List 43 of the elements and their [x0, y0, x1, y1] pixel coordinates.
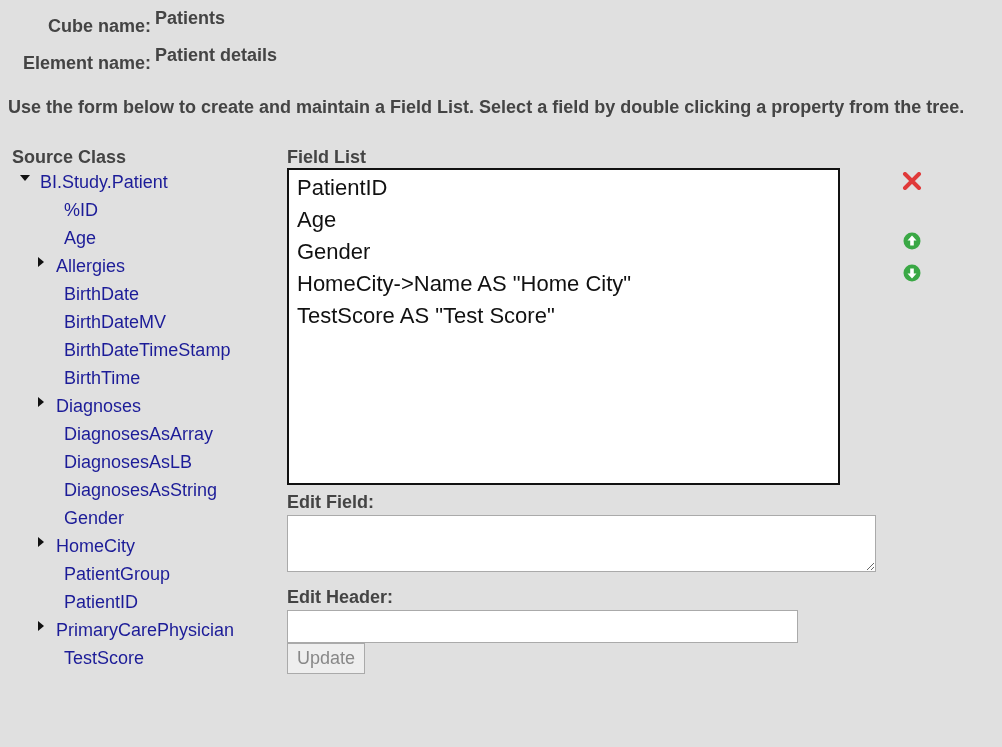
- tree-item[interactable]: PrimaryCarePhysician: [56, 616, 235, 644]
- tree-item[interactable]: Gender: [64, 504, 125, 532]
- field-label: Cube name:: [46, 15, 151, 38]
- tree-item[interactable]: DiagnosesAsArray: [64, 420, 214, 448]
- field-label: Element name:: [21, 52, 151, 75]
- tree-item[interactable]: PatientGroup: [64, 560, 171, 588]
- list-item[interactable]: Age: [297, 204, 830, 236]
- tree-item[interactable]: PatientID: [64, 588, 139, 616]
- tree-item[interactable]: BirthTime: [64, 364, 141, 392]
- move-down-icon[interactable]: [903, 264, 921, 282]
- tree-item[interactable]: BirthDateTimeStamp: [64, 336, 231, 364]
- section-title: Source Class: [12, 146, 128, 168]
- list-item[interactable]: Gender: [297, 236, 830, 268]
- collapsed-triangle-icon[interactable]: [36, 621, 46, 631]
- collapsed-triangle-icon[interactable]: [36, 257, 46, 267]
- field-label: Edit Header:: [287, 586, 395, 609]
- collapsed-triangle-icon[interactable]: [36, 537, 46, 547]
- list-item[interactable]: HomeCity->Name AS "Home City": [297, 268, 830, 300]
- list-item[interactable]: PatientID: [297, 172, 830, 204]
- tree-item[interactable]: HomeCity: [56, 532, 135, 560]
- section-title: Field List: [287, 146, 367, 168]
- tree-item[interactable]: Diagnoses: [56, 392, 142, 420]
- tree-item[interactable]: BirthDate: [64, 280, 140, 308]
- tree-item[interactable]: %ID: [64, 196, 98, 224]
- delete-icon[interactable]: [902, 172, 922, 190]
- expanded-triangle-icon[interactable]: [20, 173, 30, 183]
- tree-item[interactable]: TestScore: [64, 644, 145, 672]
- tree-item[interactable]: BI.Study.Patient: [40, 168, 168, 196]
- edit-header-input[interactable]: [287, 610, 798, 643]
- tree-item[interactable]: DiagnosesAsLB: [64, 448, 193, 476]
- field-list[interactable]: PatientID Age Gender HomeCity->Name AS "Home City" TestScore AS "Test Score": [287, 168, 840, 485]
- field-value: Patients: [154, 7, 226, 30]
- collapsed-triangle-icon[interactable]: [36, 397, 46, 407]
- move-up-icon[interactable]: [903, 232, 921, 250]
- field-value: Patient details: [154, 44, 278, 67]
- field-label: Edit Field:: [287, 491, 375, 514]
- tree-item[interactable]: BirthDateMV: [64, 308, 167, 336]
- list-item[interactable]: TestScore AS "Test Score": [297, 300, 830, 332]
- edit-field-input[interactable]: [287, 515, 876, 572]
- tree-item[interactable]: Age: [64, 224, 97, 252]
- tree-item[interactable]: DiagnosesAsString: [64, 476, 218, 504]
- tree-item[interactable]: Allergies: [56, 252, 126, 280]
- instructions: Use the form below to create and maintain a Field List. Select a field by double clicking a property from the tree.: [8, 96, 966, 119]
